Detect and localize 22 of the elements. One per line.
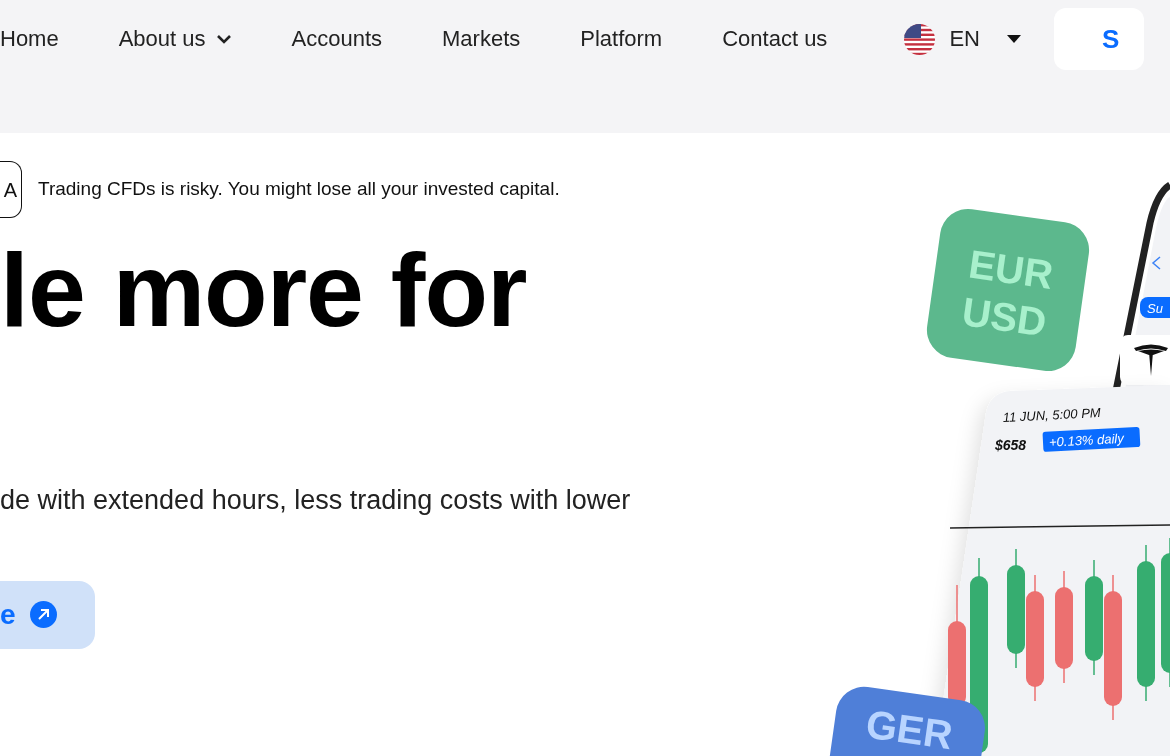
nav-link[interactable]: About us — [118, 28, 232, 50]
caret-down-icon — [1005, 34, 1022, 44]
hero-description: de with extended hours, less trading costs with lower — [0, 484, 632, 517]
arrow-up-right-icon — [29, 601, 57, 628]
change-pill: +0.13% daily — [1042, 426, 1141, 452]
nav-link[interactable]: Home — [0, 28, 59, 50]
risk-badge: A — [0, 161, 22, 218]
language-selector[interactable]: EN — [949, 28, 1022, 50]
risk-warning: Trading CFDs is risky. You might lose all your invested capital. — [38, 177, 560, 202]
nav-link[interactable]: Accounts — [291, 28, 383, 50]
chevron-down-icon — [215, 34, 232, 44]
nav-link[interactable]: Contact us — [722, 28, 828, 50]
signup-button[interactable]: S — [1053, 8, 1144, 70]
nav-link[interactable]: Markets — [442, 28, 521, 50]
price-text: $658 — [995, 437, 1027, 453]
headline: le more for — [0, 238, 528, 342]
ticker-pill: Su — [1140, 297, 1170, 318]
nav-link[interactable]: Platform — [580, 28, 663, 50]
chart-date: 11 JUN, 5:00 PM — [1002, 404, 1102, 425]
stock-logo-icon — [1120, 335, 1170, 385]
flag-icon — [904, 23, 936, 55]
chevron-left-icon[interactable] — [1151, 256, 1161, 270]
